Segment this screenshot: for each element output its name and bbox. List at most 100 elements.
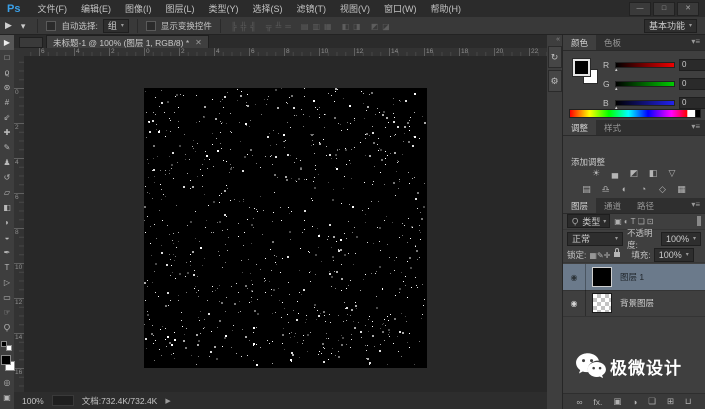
align-distribute-icon[interactable]: ◩ [369, 22, 381, 31]
move-tool-option-icon[interactable]: ▶ [5, 20, 12, 31]
layer-row[interactable]: ◉ 背景图层 [563, 290, 705, 317]
align-distribute-icon[interactable]: ╦ [264, 22, 274, 31]
zoom-tool[interactable]: Ϙ [0, 320, 14, 335]
eye-icon[interactable]: ◉ [571, 299, 578, 308]
menu-item-文件(F)[interactable]: 文件(F) [30, 3, 74, 15]
menu-item-窗口(W)[interactable]: 窗口(W) [377, 3, 424, 15]
maximize-button[interactable]: □ [653, 2, 675, 16]
quick-mask-button[interactable]: ◎ [0, 375, 14, 390]
tab-样式[interactable]: 样式 [596, 120, 629, 135]
type-tool[interactable]: T [0, 260, 14, 275]
new-group-button[interactable]: ❏ [648, 396, 656, 407]
exposure-icon[interactable]: ◧ [647, 167, 660, 179]
tab-路径[interactable]: 路径 [629, 198, 662, 213]
eraser-tool[interactable]: ▱ [0, 185, 14, 200]
visibility-cell[interactable]: ◉ [563, 290, 586, 316]
clone-stamp-tool[interactable]: ♟ [0, 155, 14, 170]
status-popup-arrow-icon[interactable]: ▶ [165, 397, 170, 405]
filter-on-off-toggle[interactable] [697, 216, 701, 226]
visibility-cell[interactable]: ◉ [563, 264, 586, 290]
new-adjustment-layer-button[interactable]: ◑ [632, 397, 637, 407]
mini-background-swatch[interactable] [6, 345, 12, 351]
auto-select-dropdown[interactable]: 组 ▾ [103, 19, 129, 33]
black-white-icon[interactable]: ◐ [618, 183, 631, 195]
align-distribute-icon[interactable]: ▤ [299, 22, 311, 31]
align-distribute-icon[interactable]: ═ [283, 22, 293, 31]
panel-foreground-swatch[interactable] [573, 59, 590, 76]
align-distribute-icon[interactable]: ▦ [322, 22, 334, 31]
align-distribute-icon[interactable]: ╩ [274, 22, 284, 31]
channel-value-G[interactable]: 0 [679, 78, 705, 90]
properties-panel-icon[interactable]: ⚙ [548, 70, 562, 92]
layer-thumbnail[interactable] [592, 267, 612, 287]
menu-item-图像(I)[interactable]: 图像(I) [118, 3, 159, 15]
move-tool[interactable]: ▶ [0, 35, 14, 50]
lock-transparent-icon[interactable]: ▦ [589, 251, 597, 260]
channel-value-R[interactable]: 0 [679, 59, 705, 71]
filter-type-layers-icon[interactable]: T [630, 217, 637, 226]
eye-icon[interactable]: ◉ [571, 273, 578, 282]
panel-menu-icon[interactable]: ▾≡ [686, 35, 705, 50]
gradient-tool[interactable]: ◧ [0, 200, 14, 215]
lasso-tool[interactable]: ϱ [0, 65, 14, 80]
layer-thumbnail[interactable] [592, 293, 612, 313]
filter-adjustment-layers-icon[interactable]: ◐ [623, 217, 630, 226]
close-tab-icon[interactable]: ✕ [195, 38, 202, 47]
align-distribute-icon[interactable]: ╬ [239, 22, 249, 31]
history-brush-tool[interactable]: ↺ [0, 170, 14, 185]
blend-mode-dropdown[interactable]: 正常 ▾ [567, 232, 623, 246]
slider-thumb-icon[interactable]: ▴ [615, 67, 618, 73]
photo-filter-icon[interactable]: ◔ [637, 183, 650, 195]
align-distribute-icon[interactable]: ╠ [229, 22, 239, 31]
new-layer-button[interactable]: ⊞ [667, 396, 674, 407]
tab-通道[interactable]: 通道 [596, 198, 629, 213]
tab-颜色[interactable]: 颜色 [563, 35, 596, 50]
menu-item-类型(Y)[interactable]: 类型(Y) [201, 3, 245, 15]
opacity-field[interactable]: 100% ▾ [661, 232, 701, 246]
show-transform-checkbox[interactable] [146, 21, 156, 31]
zoom-level-field[interactable]: 100% [22, 396, 44, 406]
align-distribute-icon[interactable]: ◨ [351, 22, 363, 31]
layer-row[interactable]: ◉ 图层 1 [563, 264, 705, 291]
delete-layer-button[interactable]: ⊔ [685, 396, 692, 407]
close-button[interactable]: ✕ [677, 2, 699, 16]
lock-all-icon[interactable] [614, 252, 620, 257]
path-selection-tool[interactable]: ▷ [0, 275, 14, 290]
brush-tool[interactable]: ✎ [0, 140, 14, 155]
channel-mixer-icon[interactable]: ◇ [656, 183, 669, 195]
channel-slider-B[interactable]: ▴ [615, 100, 675, 106]
filter-pixel-layers-icon[interactable]: ▣ [613, 217, 623, 226]
tab-图层[interactable]: 图层 [563, 198, 596, 213]
document-size-info[interactable]: 文档:732.4K/732.4K [82, 395, 158, 407]
blur-tool[interactable]: ◗ [0, 215, 14, 230]
foreground-color-swatch[interactable] [1, 355, 11, 365]
document-tab[interactable]: 未标题-1 @ 100% (图层 1, RGB/8) * ✕ [46, 35, 209, 49]
tool-preset-dropdown-icon[interactable]: ▾ [17, 20, 30, 32]
align-distribute-icon[interactable]: ▥ [310, 22, 322, 31]
channel-slider-R[interactable]: ▴ [615, 62, 675, 68]
channel-slider-G[interactable]: ▴ [615, 81, 675, 87]
rectangle-tool[interactable]: ▭ [0, 290, 14, 305]
lock-pixels-icon[interactable]: ✎ [597, 251, 604, 260]
minimize-button[interactable]: — [629, 2, 651, 16]
menu-item-帮助(H)[interactable]: 帮助(H) [423, 3, 468, 15]
panel-menu-icon[interactable]: ▾≡ [686, 198, 705, 213]
add-mask-button[interactable]: ▣ [613, 396, 621, 407]
menu-item-滤镜(T)[interactable]: 滤镜(T) [289, 3, 333, 15]
workspace-switcher[interactable]: 基本功能 ▾ [644, 19, 697, 33]
align-distribute-icon[interactable]: ◧ [340, 22, 352, 31]
dodge-tool[interactable]: ◒ [0, 230, 14, 245]
curves-icon[interactable]: ◩ [628, 167, 641, 179]
layer-style-button[interactable]: fx. [593, 397, 602, 407]
menu-item-编辑(E)[interactable]: 编辑(E) [74, 3, 118, 15]
color-lookup-icon[interactable]: ▦ [675, 183, 688, 195]
tab-scroll-box[interactable] [19, 37, 43, 48]
brightness-contrast-icon[interactable]: ☀ [590, 167, 603, 179]
healing-brush-tool[interactable]: ✚ [0, 125, 14, 140]
filter-shape-layers-icon[interactable]: ❏ [637, 217, 646, 226]
hand-tool[interactable]: ☞ [0, 305, 14, 320]
history-panel-icon[interactable]: ↻ [548, 46, 562, 68]
slider-thumb-icon[interactable]: ▴ [615, 86, 618, 92]
align-distribute-icon[interactable]: ◪ [380, 22, 392, 31]
fill-field[interactable]: 100% ▾ [654, 248, 694, 262]
